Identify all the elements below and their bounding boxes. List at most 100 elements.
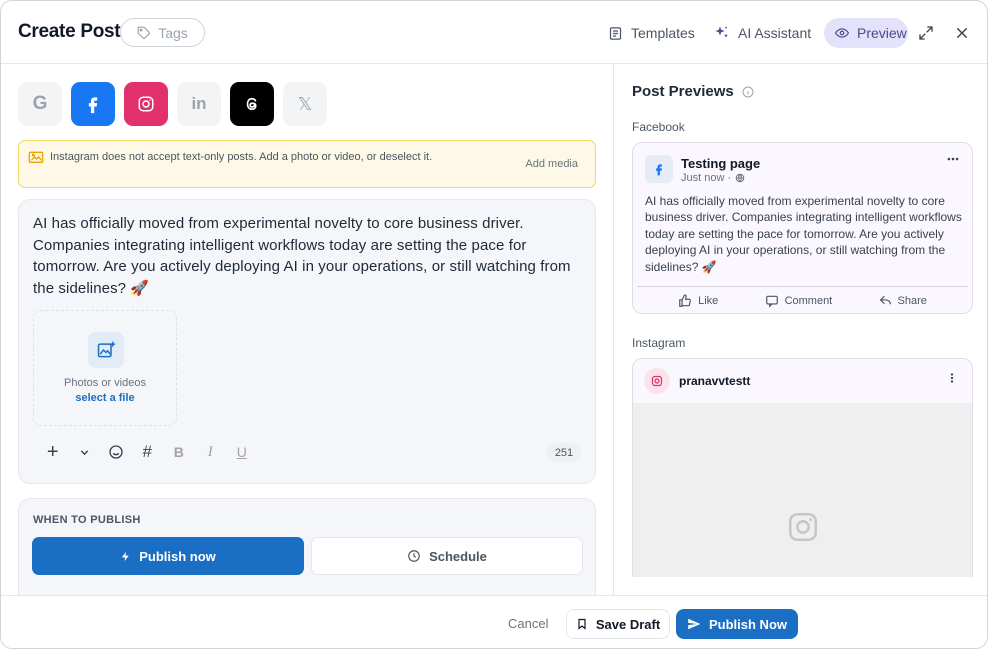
bold-button[interactable]: B — [163, 441, 195, 463]
editor-toolbar: + # B I U — [37, 441, 258, 463]
share-action: Share — [879, 294, 927, 307]
modal-header: Create Post Tags Templates AI Assistant … — [1, 1, 987, 64]
when-to-publish-label: WHEN TO PUBLISH — [33, 514, 141, 526]
facebook-page-name: Testing page — [681, 156, 761, 171]
platform-linkedin[interactable]: in — [177, 82, 221, 126]
character-count: 251 — [547, 443, 581, 462]
instagram-warning-banner: Instagram does not accept text-only post… — [18, 140, 596, 188]
underline-button[interactable]: U — [226, 441, 258, 463]
facebook-preview-label: Facebook — [632, 120, 685, 134]
image-folder-icon — [28, 151, 44, 163]
facebook-icon — [88, 97, 98, 114]
more-dropdown-button[interactable] — [69, 441, 101, 463]
comment-label: Comment — [784, 294, 833, 307]
instagram-image-placeholder — [633, 403, 972, 577]
facebook-action-bar: Like Comment Share — [637, 286, 968, 314]
save-draft-button[interactable]: Save Draft — [566, 609, 670, 639]
media-dropzone[interactable]: Photos or videos select a file — [33, 310, 177, 426]
share-label: Share — [897, 294, 927, 307]
x-icon: 𝕏 — [297, 93, 313, 114]
chevron-down-icon — [80, 449, 88, 455]
bookmark-icon — [578, 618, 586, 630]
add-button[interactable]: + — [37, 441, 69, 463]
italic-button[interactable]: I — [195, 441, 227, 463]
emoji-icon — [109, 445, 123, 459]
linkedin-icon: in — [191, 94, 207, 113]
save-draft-label: Save Draft — [595, 616, 661, 632]
publish-now-button-label: Publish Now — [709, 616, 787, 632]
instagram-icon — [138, 96, 154, 112]
warning-text: Instagram does not accept text-only post… — [50, 151, 433, 163]
instagram-icon — [651, 375, 663, 387]
thumbs-up-icon — [679, 293, 691, 307]
facebook-page-avatar — [645, 155, 673, 183]
platform-selector: G in 𝕏 — [18, 82, 327, 126]
select-file-link[interactable]: select a file — [34, 392, 176, 404]
add-image-icon — [88, 332, 124, 368]
schedule-option[interactable]: Schedule — [311, 537, 583, 575]
expand-button[interactable] — [914, 21, 938, 45]
threads-icon — [246, 97, 257, 111]
tags-label: Tags — [158, 24, 188, 41]
expand-icon — [919, 26, 933, 40]
publish-now-button[interactable]: Publish Now — [676, 609, 798, 639]
send-icon — [688, 618, 701, 630]
facebook-preview-card: Testing page Just now · AI has officiall… — [632, 142, 973, 314]
preview-label: Preview — [857, 25, 907, 41]
templates-label: Templates — [631, 25, 695, 41]
platform-facebook[interactable] — [71, 82, 115, 126]
eye-icon — [835, 28, 849, 38]
media-label: Photos or videos — [64, 377, 146, 389]
bold-icon: B — [173, 444, 184, 460]
instagram-placeholder-icon — [788, 512, 818, 542]
facebook-post-time: Just now · — [681, 172, 745, 184]
modal-footer: Cancel Save Draft Publish Now — [1, 595, 987, 648]
templates-button[interactable]: Templates — [608, 18, 695, 48]
italic-icon: I — [207, 443, 213, 460]
post-previews-title: Post Previews — [632, 83, 754, 100]
more-options-icon[interactable] — [946, 152, 960, 171]
pane-divider — [613, 64, 614, 595]
globe-icon — [735, 173, 745, 183]
like-label: Like — [698, 294, 719, 307]
post-time-label: Just now · — [681, 172, 732, 184]
close-button[interactable] — [950, 21, 974, 45]
post-text-editor[interactable]: AI has officially moved from experimenta… — [33, 213, 573, 300]
underline-icon: U — [236, 444, 247, 460]
more-vertical-icon[interactable] — [946, 371, 958, 390]
instagram-avatar — [644, 368, 670, 394]
add-media-link[interactable]: Add media — [525, 158, 578, 170]
platform-x[interactable]: 𝕏 — [283, 82, 327, 126]
google-icon: G — [32, 93, 48, 114]
create-post-modal: Create Post Tags Templates AI Assistant … — [0, 0, 988, 649]
like-action: Like — [678, 293, 719, 308]
instagram-preview-label: Instagram — [632, 336, 686, 350]
instagram-username: pranavvtestt — [679, 374, 751, 388]
publish-now-option[interactable]: Publish now — [32, 537, 304, 575]
when-to-publish-section: WHEN TO PUBLISH Publish now Schedule — [18, 498, 596, 595]
ai-assistant-label: AI Assistant — [738, 25, 812, 41]
platform-instagram[interactable] — [124, 82, 168, 126]
instagram-preview-card: pranavvtestt — [632, 358, 973, 577]
platform-google[interactable]: G — [18, 82, 62, 126]
ai-assistant-button[interactable]: AI Assistant — [714, 18, 811, 48]
comment-action: Comment — [765, 294, 833, 308]
lightning-icon — [122, 551, 129, 561]
preview-button[interactable]: Preview — [824, 18, 908, 48]
tag-icon — [137, 26, 151, 39]
plus-icon: + — [46, 440, 59, 463]
facebook-post-text: AI has officially moved from experimenta… — [645, 194, 962, 274]
hashtag-icon: # — [142, 442, 152, 461]
hashtag-button[interactable]: # — [132, 441, 164, 463]
info-icon[interactable] — [742, 86, 754, 98]
page-title: Create Post — [18, 21, 121, 42]
cancel-button[interactable]: Cancel — [508, 616, 548, 631]
document-icon — [609, 26, 622, 40]
emoji-button[interactable] — [100, 441, 132, 463]
post-previews-label: Post Previews — [632, 83, 734, 100]
clock-icon — [408, 550, 420, 562]
tags-button[interactable]: Tags — [120, 18, 205, 47]
publish-now-label: Publish now — [139, 548, 216, 564]
platform-threads[interactable] — [230, 82, 274, 126]
post-composer: AI has officially moved from experimenta… — [18, 199, 596, 484]
